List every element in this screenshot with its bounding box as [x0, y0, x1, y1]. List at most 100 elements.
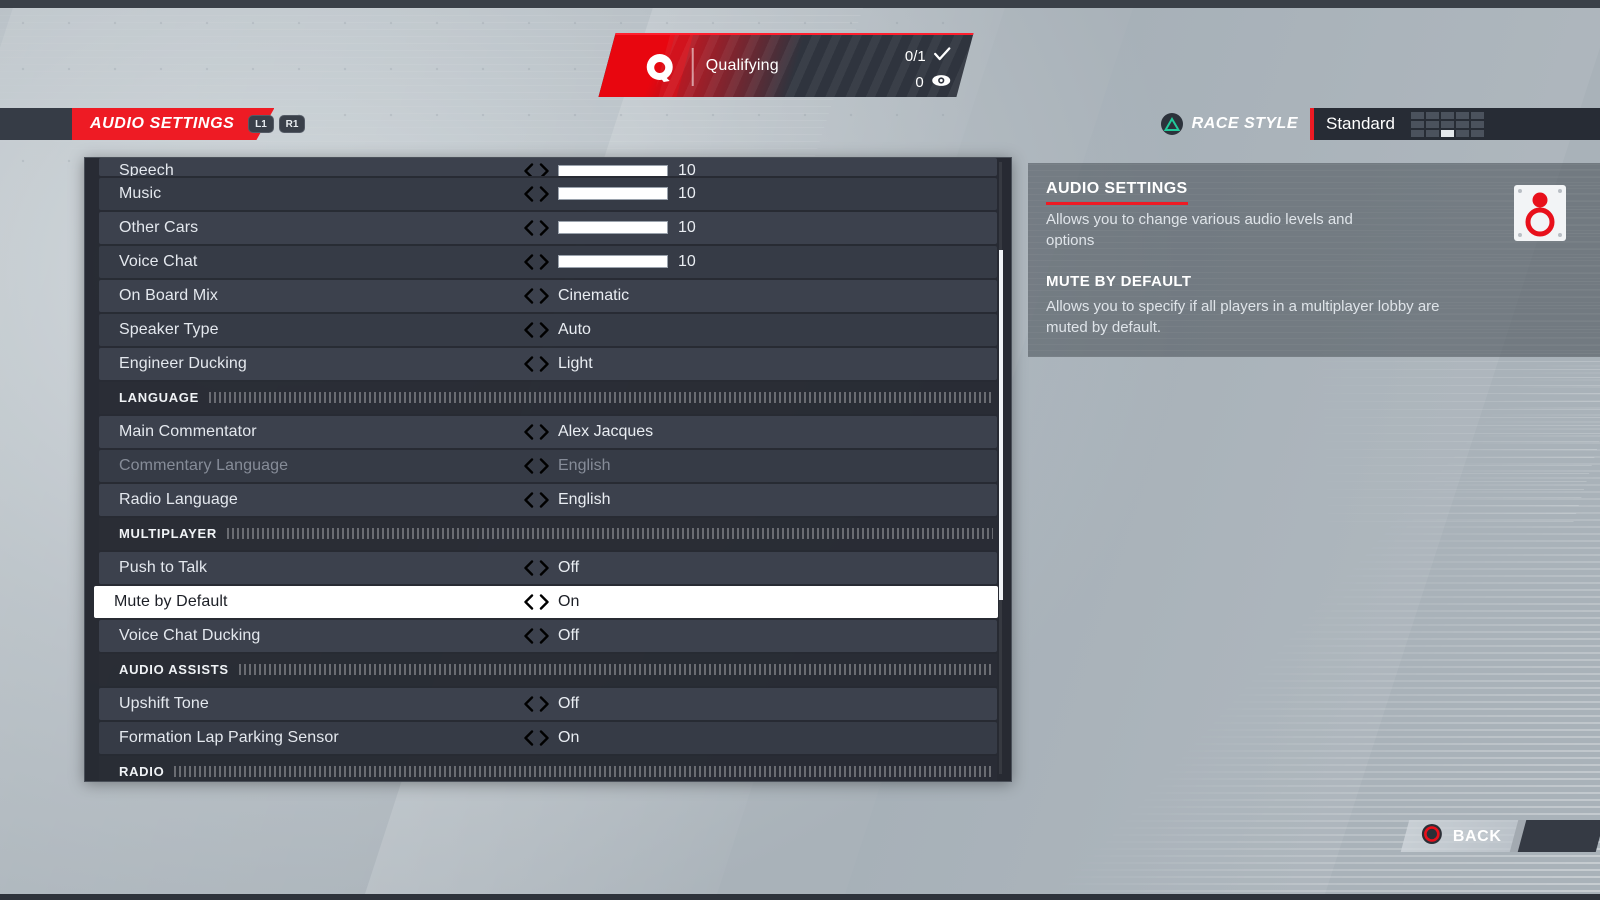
setting-control[interactable]: 10	[523, 185, 696, 203]
setting-control[interactable]: On	[523, 729, 579, 747]
value-arrows[interactable]	[523, 730, 550, 746]
chevron-right-icon[interactable]	[539, 492, 550, 508]
value-arrows[interactable]	[523, 163, 550, 176]
chevron-left-icon[interactable]	[523, 186, 534, 202]
value-arrows[interactable]	[523, 220, 550, 236]
setting-row[interactable]: Upshift Tone Off	[99, 687, 997, 720]
setting-row[interactable]: Voice Chat Ducking Off	[99, 619, 997, 652]
volume-slider[interactable]	[558, 255, 668, 269]
value-arrows[interactable]	[523, 628, 550, 644]
setting-row[interactable]: Main Commentator Alex Jacques	[99, 415, 997, 448]
chevron-left-icon[interactable]	[523, 560, 534, 576]
setting-value: On	[558, 592, 580, 610]
chevron-left-icon[interactable]	[523, 458, 534, 474]
chevron-right-icon[interactable]	[539, 560, 550, 576]
bumper-l1-button[interactable]: L1	[248, 115, 274, 133]
chevron-left-icon[interactable]	[523, 220, 534, 236]
chevron-left-icon[interactable]	[523, 424, 534, 440]
setting-value: 10	[678, 252, 696, 270]
volume-slider[interactable]	[558, 164, 668, 176]
chevron-left-icon[interactable]	[523, 254, 534, 270]
setting-control[interactable]: 10	[523, 219, 696, 237]
setting-row[interactable]: Music 10	[99, 177, 997, 210]
chevron-left-icon[interactable]	[523, 163, 534, 176]
setting-value: Light	[558, 354, 593, 372]
setting-control[interactable]: Auto	[523, 321, 591, 339]
settings-section-header: LANGUAGE	[99, 381, 997, 414]
chevron-right-icon[interactable]	[539, 163, 550, 176]
setting-control[interactable]: Light	[523, 355, 593, 373]
setting-row[interactable]: On Board Mix Cinematic	[99, 279, 997, 312]
value-arrows[interactable]	[523, 254, 550, 270]
setting-control[interactable]: Off	[523, 695, 579, 713]
setting-row[interactable]: Voice Chat 10	[99, 245, 997, 278]
volume-slider[interactable]	[558, 187, 668, 201]
back-button[interactable]: BACK	[1401, 820, 1527, 852]
setting-row[interactable]: Radio Language English	[99, 483, 997, 516]
value-arrows[interactable]	[523, 356, 550, 372]
value-arrows[interactable]	[523, 492, 550, 508]
chevron-right-icon[interactable]	[539, 288, 550, 304]
setting-row[interactable]: Mute by Default On	[94, 585, 998, 618]
setting-label: Other Cars	[119, 218, 199, 236]
chevron-right-icon[interactable]	[539, 458, 550, 474]
setting-row[interactable]: Speaker Type Auto	[99, 313, 997, 346]
chevron-right-icon[interactable]	[539, 220, 550, 236]
chevron-left-icon[interactable]	[523, 356, 534, 372]
setting-row[interactable]: Speech 10	[99, 158, 997, 176]
setting-row[interactable]: Other Cars 10	[99, 211, 997, 244]
setting-control[interactable]: English	[523, 491, 610, 509]
chevron-right-icon[interactable]	[539, 424, 550, 440]
volume-slider[interactable]	[558, 221, 668, 235]
settings-section-header: RADIO	[99, 755, 997, 781]
chevron-left-icon[interactable]	[523, 628, 534, 644]
race-style-label: RACE STYLE	[1191, 115, 1298, 132]
section-title: RADIO	[119, 764, 165, 780]
value-arrows[interactable]	[523, 288, 550, 304]
value-arrows[interactable]	[523, 696, 550, 712]
info-heading-underline	[1046, 202, 1188, 205]
setting-label: Speaker Type	[119, 320, 219, 338]
setting-value: Alex Jacques	[558, 422, 654, 440]
section-title: LANGUAGE	[119, 390, 199, 406]
setting-control[interactable]: Off	[523, 559, 579, 577]
chevron-right-icon[interactable]	[539, 696, 550, 712]
setting-control[interactable]: Cinematic	[523, 287, 629, 305]
info-panel: AUDIO SETTINGS Allows you to change vari…	[1028, 163, 1600, 357]
chevron-left-icon[interactable]	[523, 322, 534, 338]
setting-row[interactable]: Formation Lap Parking Sensor On	[99, 721, 997, 754]
value-arrows[interactable]	[523, 560, 550, 576]
setting-control[interactable]: English	[523, 457, 610, 475]
chevron-right-icon[interactable]	[539, 356, 550, 372]
value-arrows[interactable]	[523, 594, 550, 610]
setting-control[interactable]: 10	[523, 253, 696, 271]
chevron-left-icon[interactable]	[523, 492, 534, 508]
setting-control[interactable]: Alex Jacques	[523, 423, 653, 441]
chevron-right-icon[interactable]	[539, 628, 550, 644]
chevron-right-icon[interactable]	[539, 186, 550, 202]
setting-control[interactable]: On	[523, 593, 579, 611]
bumper-r1-button[interactable]: R1	[279, 115, 305, 133]
value-arrows[interactable]	[523, 186, 550, 202]
setting-row[interactable]: Engineer Ducking Light	[99, 347, 997, 380]
setting-label: Upshift Tone	[119, 694, 209, 712]
triangle-button-icon	[1160, 113, 1183, 135]
setting-row[interactable]: Push to Talk Off	[99, 551, 997, 584]
chevron-right-icon[interactable]	[539, 594, 550, 610]
race-style-selector[interactable]: Standard	[1310, 108, 1600, 140]
chevron-left-icon[interactable]	[523, 696, 534, 712]
value-arrows[interactable]	[523, 424, 550, 440]
chevron-left-icon[interactable]	[523, 730, 534, 746]
chevron-right-icon[interactable]	[539, 322, 550, 338]
setting-row[interactable]: Commentary Language English	[99, 449, 997, 482]
objective-progress: 0/1	[904, 47, 926, 65]
setting-control[interactable]: Off	[523, 627, 579, 645]
setting-control[interactable]: 10	[523, 162, 696, 176]
chevron-left-icon[interactable]	[523, 288, 534, 304]
chevron-left-icon[interactable]	[523, 594, 534, 610]
value-arrows[interactable]	[523, 458, 550, 474]
chevron-right-icon[interactable]	[539, 730, 550, 746]
chevron-right-icon[interactable]	[539, 254, 550, 270]
value-arrows[interactable]	[523, 322, 550, 338]
scrollbar-thumb[interactable]	[999, 250, 1003, 600]
